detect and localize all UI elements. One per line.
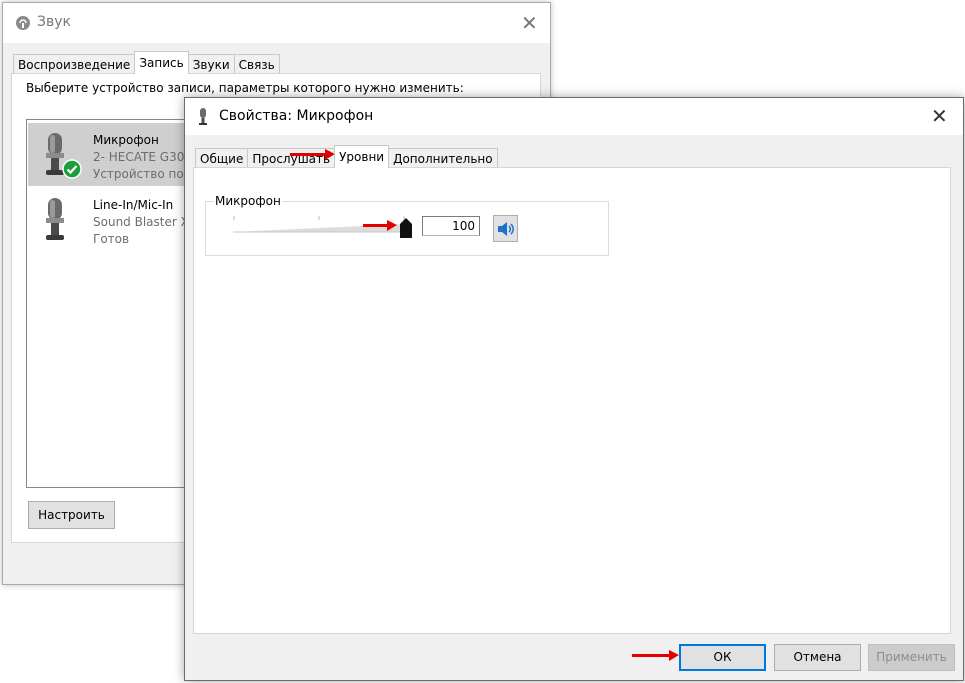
- levels-tab-arrow: [290, 149, 335, 160]
- level-value: 100: [452, 219, 475, 233]
- levels-panel: Микрофон 100: [193, 167, 951, 634]
- speaker-icon: [497, 221, 515, 240]
- tab-recording[interactable]: Запись: [134, 51, 189, 74]
- tab-playback[interactable]: Воспроизведение: [13, 54, 136, 74]
- mute-toggle-button[interactable]: [493, 215, 518, 242]
- close-icon[interactable]: ✕: [521, 13, 538, 33]
- sound-titlebar: Звук ✕: [3, 3, 550, 43]
- tab-communications[interactable]: Связь: [233, 54, 280, 74]
- properties-tabs: Общие Прослушать Уровни Дополнительно: [195, 145, 498, 168]
- properties-titlebar: Свойства: Микрофон ✕: [185, 98, 963, 135]
- device-name: Line-In/Mic-In: [93, 198, 174, 212]
- tab-listen[interactable]: Прослушать: [247, 148, 336, 168]
- ok-button[interactable]: ОК: [679, 644, 766, 671]
- device-description: 2- HECATE G30: [93, 150, 185, 164]
- slider-arrow: [363, 220, 397, 231]
- sound-window-title: Звук: [37, 14, 71, 30]
- device-status: Готов: [93, 232, 130, 246]
- instruction-text: Выберите устройство записи, параметры ко…: [26, 81, 464, 95]
- tab-levels[interactable]: Уровни: [334, 145, 390, 168]
- close-icon[interactable]: ✕: [931, 106, 948, 126]
- sound-tabs: Воспроизведение Запись Звуки Связь: [13, 51, 280, 74]
- microphone-level-group: Микрофон 100: [205, 194, 609, 256]
- properties-window: Свойства: Микрофон ✕ Общие Прослушать Ур…: [184, 97, 964, 681]
- device-name: Микрофон: [93, 133, 159, 147]
- apply-button[interactable]: Применить: [868, 644, 955, 671]
- sound-app-icon: [15, 15, 31, 34]
- device-description: Sound Blaster X: [93, 215, 189, 229]
- tab-advanced[interactable]: Дополнительно: [388, 148, 498, 168]
- device-status: Устройство по у: [93, 167, 195, 181]
- level-group-label: Микрофон: [214, 194, 282, 208]
- microphone-icon: [40, 196, 80, 247]
- slider-thumb[interactable]: [400, 218, 412, 241]
- level-value-field[interactable]: 100: [422, 216, 480, 236]
- configure-button[interactable]: Настроить: [28, 501, 115, 529]
- microphone-title-icon: [197, 108, 209, 129]
- properties-window-title: Свойства: Микрофон: [219, 108, 374, 124]
- default-device-check-icon: [62, 159, 82, 182]
- tab-sounds[interactable]: Звуки: [187, 54, 235, 74]
- tab-general[interactable]: Общие: [195, 148, 249, 168]
- cancel-button[interactable]: Отмена: [774, 644, 861, 671]
- ok-button-arrow: [632, 650, 679, 661]
